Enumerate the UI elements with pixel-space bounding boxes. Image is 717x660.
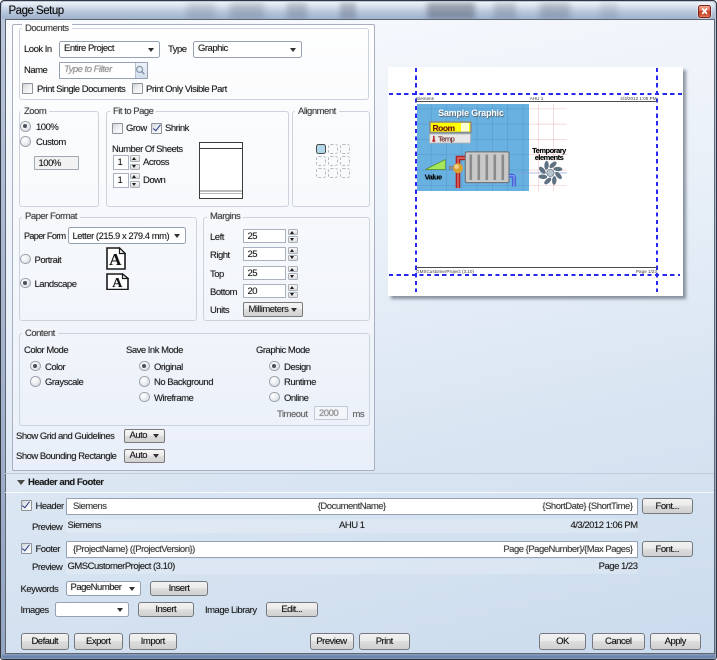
svg-text:Value: Value <box>425 172 442 181</box>
svg-text:Sample Graphic: Sample Graphic <box>438 108 504 118</box>
svg-text:A: A <box>112 276 123 291</box>
svg-text:A: A <box>109 250 122 269</box>
svg-text:Temp: Temp <box>438 134 455 143</box>
svg-text:Room: Room <box>433 123 456 133</box>
svg-text:elements: elements <box>535 153 564 162</box>
